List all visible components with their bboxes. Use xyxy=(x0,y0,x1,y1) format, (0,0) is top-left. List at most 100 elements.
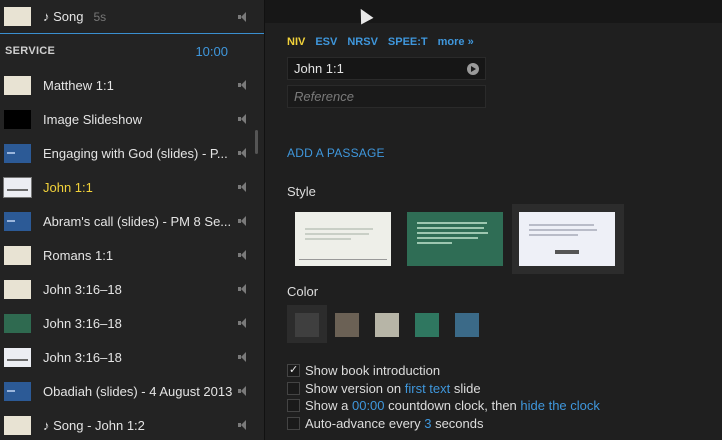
version-selector: NIV ESV NRSV SPEE:T more » xyxy=(287,36,474,48)
speaker-icon[interactable] xyxy=(238,80,246,90)
version-esv[interactable]: ESV xyxy=(315,36,337,48)
add-passage-link[interactable]: ADD A PASSAGE xyxy=(287,146,385,160)
option-show-version: Show version on first text slide xyxy=(287,380,600,398)
service-header: SERVICE 10:00 xyxy=(0,34,264,68)
auto-advance-checkbox[interactable] xyxy=(287,416,300,430)
slide-editor: NIV ESV NRSV SPEE:T more » John 1:1 ADD … xyxy=(264,0,722,440)
list-item-selected[interactable]: John 1:1 xyxy=(0,170,264,204)
color-label: Color xyxy=(287,284,319,299)
list-item[interactable]: Matthew 1:1 xyxy=(0,68,264,102)
style-preview-text xyxy=(417,222,493,247)
list-item[interactable]: Obadiah (slides) - 4 August 2013 xyxy=(0,374,264,408)
list-item[interactable]: Romans 1:1 xyxy=(0,238,264,272)
item-thumbnail xyxy=(4,211,31,231)
book-intro-checkbox[interactable] xyxy=(287,363,300,378)
option-book-intro: Show book introduction xyxy=(287,362,600,380)
color-swatch-taupe[interactable] xyxy=(335,313,359,337)
item-thumbnail xyxy=(4,143,31,163)
speaker-icon[interactable] xyxy=(238,284,246,294)
option-countdown: Show a 00:00 countdown clock, then hide … xyxy=(287,397,600,415)
list-item-label: Abram's call (slides) - PM 8 Se... xyxy=(43,213,232,229)
color-swatch-charcoal[interactable] xyxy=(295,313,319,337)
song-duration: 5s xyxy=(93,10,107,24)
option-label: Show version on xyxy=(305,380,405,396)
style-preview-text xyxy=(305,228,381,243)
list-item-label: Engaging with God (slides) - P... xyxy=(43,145,228,161)
version-nrsv[interactable]: NRSV xyxy=(347,36,378,48)
style-preview-bar xyxy=(299,259,387,260)
style-preview-text xyxy=(529,224,605,239)
style-option-light[interactable] xyxy=(295,212,391,266)
service-sidebar: ♪ Song 5s SERVICE 10:00 Matthew 1:1 Image… xyxy=(0,0,264,440)
color-swatch-stone[interactable] xyxy=(375,313,399,337)
list-item-label: John 3:16–18 xyxy=(43,349,122,365)
speaker-icon[interactable] xyxy=(238,182,246,192)
list-item[interactable]: Engaging with God (slides) - P... xyxy=(0,136,264,170)
item-thumbnail xyxy=(4,279,31,299)
option-label-suffix: slide xyxy=(450,380,481,396)
color-swatch-blue[interactable] xyxy=(455,313,479,337)
speaker-icon[interactable] xyxy=(238,11,246,22)
list-item-label: Image Slideshow xyxy=(43,111,142,127)
list-item[interactable]: John 3:16–18 xyxy=(0,306,264,340)
list-item-label: Matthew 1:1 xyxy=(43,77,114,93)
style-preview-bar xyxy=(555,250,579,254)
item-thumbnail xyxy=(4,109,31,129)
list-item[interactable]: Image Slideshow xyxy=(0,102,264,136)
speaker-icon[interactable] xyxy=(238,114,246,124)
speaker-icon[interactable] xyxy=(238,352,246,362)
option-auto-advance: Auto-advance every 3 seconds xyxy=(287,415,600,433)
list-item[interactable]: John 3:16–18 xyxy=(0,272,264,306)
list-item[interactable]: Abram's call (slides) - PM 8 Se... xyxy=(0,204,264,238)
speaker-icon[interactable] xyxy=(238,250,246,260)
show-version-checkbox[interactable] xyxy=(287,381,300,395)
list-item[interactable]: John 3:16–18 xyxy=(0,340,264,374)
option-label: Auto-advance every xyxy=(305,415,425,431)
option-label-suffix: seconds xyxy=(431,415,484,431)
option-label: Show book introduction xyxy=(305,363,441,379)
list-item-label: John 1:1 xyxy=(43,179,93,195)
item-thumbnail xyxy=(4,75,31,95)
service-heading: SERVICE xyxy=(5,45,56,57)
list-item-label: John 3:16–18 xyxy=(43,315,122,331)
style-label: Style xyxy=(287,184,316,199)
speaker-icon[interactable] xyxy=(238,148,246,158)
speaker-icon[interactable] xyxy=(238,386,246,396)
service-time[interactable]: 10:00 xyxy=(195,44,228,59)
item-thumbnail xyxy=(4,245,31,265)
item-thumbnail xyxy=(4,415,31,435)
more-versions-link[interactable]: more » xyxy=(438,36,474,48)
item-thumbnail xyxy=(4,347,31,367)
item-thumbnail xyxy=(4,7,31,26)
hide-clock-link[interactable]: hide the clock xyxy=(520,398,600,413)
display-options: Show book introduction Show version on f… xyxy=(287,362,600,432)
version-niv[interactable]: NIV xyxy=(287,36,305,48)
option-label-middle: countdown clock, then xyxy=(384,398,521,414)
passage-reference-field[interactable]: John 1:1 xyxy=(287,57,486,80)
list-item[interactable]: ♪ Song - John 1:2 xyxy=(0,408,264,440)
option-label: Show a xyxy=(305,398,352,414)
passage-reference-value: John 1:1 xyxy=(294,61,344,76)
speaker-icon[interactable] xyxy=(238,318,246,328)
style-option-green[interactable] xyxy=(407,212,503,266)
item-thumbnail xyxy=(4,177,31,197)
speaker-icon[interactable] xyxy=(238,420,246,430)
list-item-label: ♪ Song - John 1:2 xyxy=(43,417,145,433)
list-item-label: Romans 1:1 xyxy=(43,247,114,263)
reference-input[interactable] xyxy=(287,85,486,108)
version-spee-t[interactable]: SPEE:T xyxy=(388,36,428,48)
song-item[interactable]: ♪ Song 5s xyxy=(0,0,264,34)
item-thumbnail xyxy=(4,313,31,333)
color-swatch-green[interactable] xyxy=(415,313,439,337)
song-item-label: ♪ Song xyxy=(43,9,84,24)
speaker-icon[interactable] xyxy=(238,216,246,226)
style-option-bright[interactable] xyxy=(519,212,615,266)
item-thumbnail xyxy=(4,381,31,401)
countdown-checkbox[interactable] xyxy=(287,399,300,413)
countdown-time-link[interactable]: 00:00 xyxy=(352,398,385,413)
go-arrow-icon[interactable] xyxy=(467,63,479,75)
first-text-link[interactable]: first text xyxy=(405,381,451,396)
list-item-label: John 3:16–18 xyxy=(43,281,122,297)
top-bar xyxy=(265,0,722,23)
sidebar-scrollbar[interactable] xyxy=(255,130,258,154)
